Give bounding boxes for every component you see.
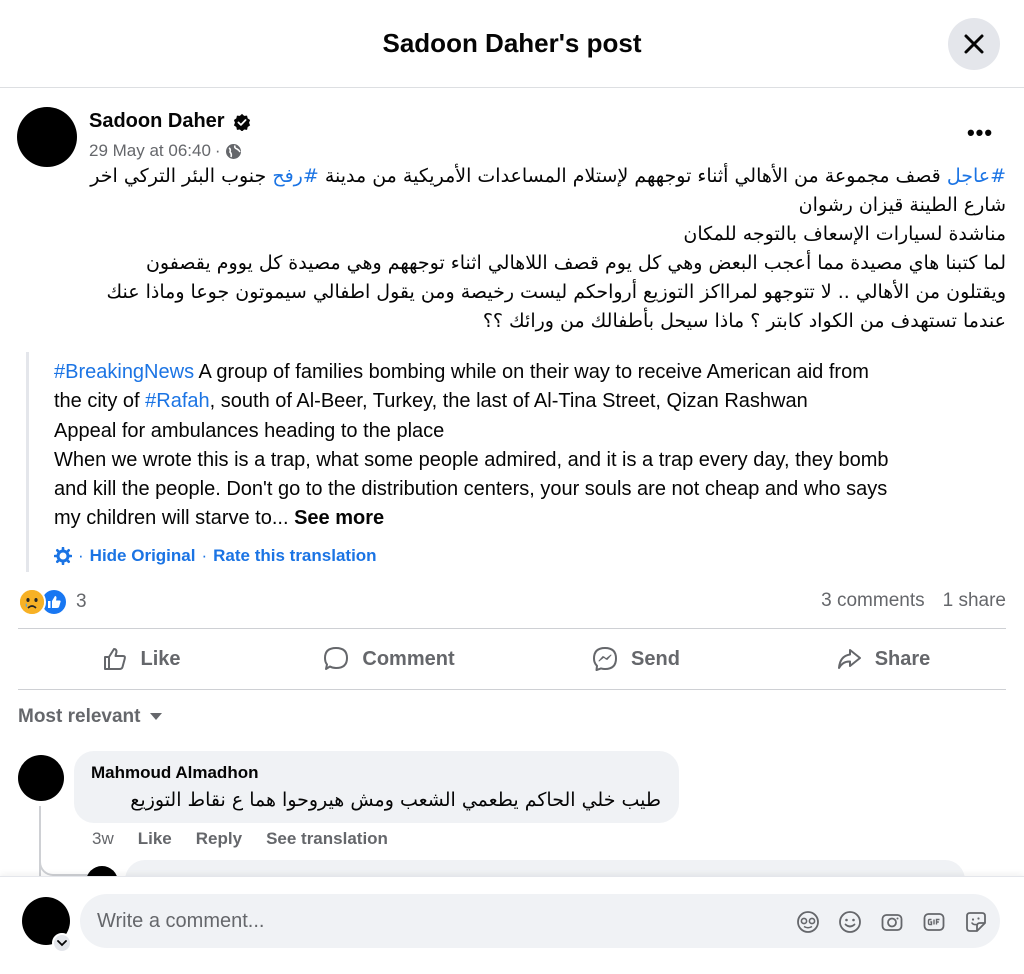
post-line: عندما تستهدف من الكواد كابتر ؟ ماذا سيحل… [482,310,1006,332]
dialog-title: Sadoon Daher's post [382,28,642,58]
share-button[interactable]: Share [759,629,1006,689]
sad-reaction-icon [18,588,46,616]
share-label: Share [874,647,931,670]
messenger-icon [593,647,618,671]
translation-block: #BreakingNews A group of families bombin… [26,352,1006,572]
comment-bubble: Mahmoud Almadhon طيب خلي الحاكم يطعمي ال… [74,751,679,823]
separator: · [201,546,208,565]
hashtag-link[interactable]: #Rafah [145,390,210,412]
chevron-down-icon [57,939,67,946]
author-avatar[interactable] [17,107,77,167]
comment-meta: 3w Like Reply See translation [92,829,388,849]
meta-separator: · [214,141,221,160]
comment-text: طيب خلي الحاكم يطعمي الشعب ومش هيروحوا ه… [130,789,661,811]
post-timestamp[interactable]: 29 May at 06:40 [89,141,211,161]
gif-icon [923,913,945,931]
send-label: Send [631,647,680,670]
verified-badge-icon [233,113,250,131]
post-line: #عاجل قصف مجموعة من الأهالي أثناء توجههم… [18,162,1006,191]
comment-reply-link[interactable]: Reply [196,829,242,849]
hide-original-link[interactable]: Hide Original [90,546,196,566]
like-icon [104,648,127,670]
hashtag-link[interactable]: #BreakingNews [54,361,194,383]
see-translation-link[interactable]: See translation [266,829,388,849]
camera-icon [881,914,903,931]
photo-button[interactable] [878,908,906,936]
separator: · [78,546,84,565]
hashtag-link[interactable]: #عاجل [947,165,1006,187]
translation-text-span: my children will starve to... [54,507,295,530]
sort-label: Most relevant [18,706,141,727]
translation-line: #BreakingNews A group of families bombin… [54,358,1009,387]
see-more-link[interactable]: See more [294,507,384,529]
sticker-button[interactable] [962,908,990,936]
translation-text-span: the city of [54,390,146,413]
close-button[interactable] [948,18,1000,70]
translation-line: When we wrote this is a trap, what some … [54,448,889,471]
reactions-summary[interactable]: 3 [18,588,87,616]
translation-text: #BreakingNews A group of families bombin… [54,358,1009,534]
comment-label: Comment [362,647,455,670]
share-icon [837,649,861,669]
hashtag-link[interactable]: #رفح [272,165,318,187]
author-name-row: Sadoon Daher [89,110,251,133]
profile-switch-button[interactable] [52,933,72,953]
post-meta: 29 May at 06:40 · [89,141,242,161]
sticker-icon [966,912,986,932]
rate-translation-link[interactable]: Rate this translation [213,546,376,566]
like-button[interactable]: Like [18,629,265,689]
post-text: جنوب البئر التركي اخر [90,165,273,187]
comment-icon [324,647,349,670]
comment-age[interactable]: 3w [92,829,114,849]
comment-author[interactable]: Mahmoud Almadhon [91,763,258,783]
translation-text-span: , south of Al-Beer, Turkey, the last of … [209,390,808,413]
translation-actions: · Hide Original · Rate this translation [54,546,377,566]
like-label: Like [140,647,181,670]
dialog-header: Sadoon Daher's post [0,0,1024,88]
avatar-sticker-button[interactable] [794,908,822,936]
translation-line: the city of #Rafah, south of Al-Beer, Tu… [54,387,1009,416]
comment-composer [0,876,1024,974]
reactions-count: 3 [76,591,87,612]
send-button[interactable]: Send [512,629,759,689]
comment-button[interactable]: Comment [265,629,512,689]
globe-icon [225,143,241,159]
more-options-button[interactable]: ••• [962,118,998,148]
caret-down-icon [150,713,163,720]
gif-button[interactable] [920,908,948,936]
translation-line: Appeal for ambulances heading to the pla… [54,419,445,442]
post-line: شارع الطينة قيزان رشوان [798,194,1006,216]
translation-line: and kill the people. Don't go to the dis… [54,478,888,501]
post-text: قصف مجموعة من الأهالي أثناء توجههم لإستل… [318,165,947,187]
emoji-button[interactable] [836,908,864,936]
post-line: مناشدة لسيارات الإسعاف بالتوجه للمكان [683,223,1006,245]
comments-count[interactable]: 3 comments [821,590,924,612]
post-line: لما كتبنا هاي مصيدة مما أعجب البعض وهي ك… [145,252,1006,274]
post-stats: 3 comments 1 share [821,590,1006,612]
avatar-sticker-icon [797,911,819,933]
shares-count[interactable]: 1 share [943,590,1006,612]
gear-icon [54,547,72,565]
post-body-arabic: #عاجل قصف مجموعة من الأهالي أثناء توجههم… [18,162,1006,336]
post-line: ويقتلون من الأهالي .. لا تتوجهو لمرااكز … [106,281,1007,303]
close-icon [964,34,984,54]
translation-line: my children will starve to... See more [54,504,1009,533]
emoji-icon [839,911,861,933]
comment-like-link[interactable]: Like [138,829,172,849]
translation-text-span: A group of families bombing while on the… [194,361,869,383]
composer-tools [794,908,990,936]
comment-sort-dropdown[interactable]: Most relevant [18,706,163,728]
author-name[interactable]: Sadoon Daher [89,110,225,133]
post-actions-bar: Like Comment Send Share [18,628,1006,690]
commenter-avatar[interactable] [18,755,64,801]
